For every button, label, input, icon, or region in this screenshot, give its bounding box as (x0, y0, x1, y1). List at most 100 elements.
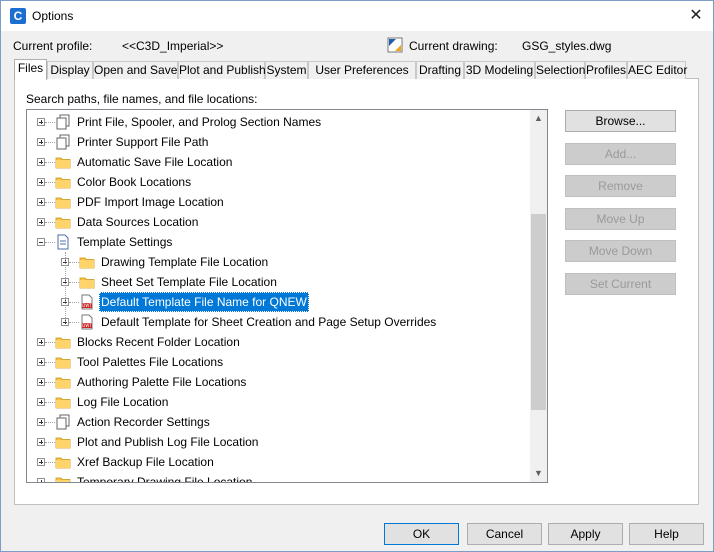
file-locations-tree[interactable]: Print File, Spooler, and Prolog Section … (26, 109, 548, 483)
scroll-thumb[interactable] (531, 214, 546, 410)
tree-node-printer-support-file-path[interactable]: Printer Support File Path (27, 132, 532, 152)
expand-icon[interactable] (37, 478, 45, 482)
civil3d-app-icon: C (10, 8, 26, 24)
expand-icon[interactable] (37, 398, 45, 406)
expand-icon[interactable] (37, 158, 45, 166)
cancel-button[interactable]: Cancel (467, 523, 542, 545)
expand-icon[interactable] (37, 378, 45, 386)
tree-node-plot-and-publish-log-file-location[interactable]: Plot and Publish Log File Location (27, 432, 532, 452)
tree-vertical-scrollbar[interactable]: ▲ ▼ (530, 110, 547, 482)
tree-node-color-book-locations[interactable]: Color Book Locations (27, 172, 532, 192)
tree-node-sheet-set-template-file-location[interactable]: Sheet Set Template File Location (27, 272, 532, 292)
expand-icon[interactable] (37, 198, 45, 206)
title-bar[interactable]: C Options ✕ (1, 1, 713, 31)
tree-connector (45, 482, 55, 483)
tree-node-default-template-for-sheet-creation-and-page-setup-overrides[interactable]: DWT Default Template for Sheet Creation a… (27, 312, 532, 332)
tree-node-label: Template Settings (77, 235, 173, 249)
tree-node-template-settings[interactable]: Template Settings (27, 232, 532, 252)
tree-connector (45, 422, 55, 424)
tree-node-tool-palettes-file-locations[interactable]: Tool Palettes File Locations (27, 352, 532, 372)
close-icon[interactable]: ✕ (685, 5, 707, 27)
tree-connector (45, 382, 55, 384)
apply-button[interactable]: Apply (548, 523, 623, 545)
expand-icon[interactable] (37, 438, 45, 446)
tree-connector (45, 182, 55, 184)
scroll-up-icon[interactable]: ▲ (530, 110, 547, 127)
tree-node-data-sources-location[interactable]: Data Sources Location (27, 212, 532, 232)
remove-button[interactable]: Remove (565, 175, 676, 198)
ok-button[interactable]: OK (384, 523, 459, 545)
tree-connector (45, 402, 55, 404)
expand-icon[interactable] (37, 458, 45, 466)
current-profile-label: Current profile: (13, 39, 93, 53)
tab-drafting[interactable]: Drafting (416, 61, 464, 79)
move-down-button[interactable]: Move Down (565, 240, 676, 263)
tree-node-label: PDF Import Image Location (77, 195, 224, 209)
tab-aec-editor[interactable]: AEC Editor (627, 61, 687, 79)
current-drawing-label: Current drawing: (409, 39, 498, 53)
tree-node-automatic-save-file-location[interactable]: Automatic Save File Location (27, 152, 532, 172)
collapse-icon[interactable] (37, 238, 45, 246)
tree-node-drawing-template-file-location[interactable]: Drawing Template File Location (27, 252, 532, 272)
tab-files[interactable]: Files (14, 59, 47, 80)
expand-icon[interactable] (37, 358, 45, 366)
tab-system[interactable]: System (265, 61, 308, 79)
tab-user-preferences[interactable]: User Preferences (308, 61, 416, 79)
tree-connector (45, 122, 55, 124)
tree-node-label: Tool Palettes File Locations (77, 355, 224, 369)
tree-connector (69, 282, 79, 284)
tree-node-default-template-file-name-for-qnew[interactable]: DWT Default Template File Name for QNEW (27, 292, 532, 312)
tab-plot-and-publish[interactable]: Plot and Publish (178, 61, 266, 79)
tree-connector (45, 442, 55, 444)
tree-node-pdf-import-image-location[interactable]: PDF Import Image Location (27, 192, 532, 212)
tree-node-temporary-drawing-file-location[interactable]: Temporary Drawing File Location (27, 472, 532, 483)
files-icon (55, 134, 71, 150)
set-current-button[interactable]: Set Current (565, 273, 676, 295)
document-icon (55, 234, 71, 250)
tab-profiles[interactable]: Profiles (585, 61, 627, 79)
tree-node-label: Printer Support File Path (77, 135, 209, 149)
tree-node-label: Color Book Locations (77, 175, 192, 189)
tree-connector (69, 262, 79, 264)
expand-icon[interactable] (37, 338, 45, 346)
tree-connector (45, 162, 55, 164)
expand-icon[interactable] (37, 138, 45, 146)
browse-button[interactable]: Browse... (565, 110, 676, 132)
scroll-down-icon[interactable]: ▼ (530, 465, 547, 482)
tree-connector (45, 222, 55, 224)
tab-selection[interactable]: Selection (535, 61, 585, 79)
tree-node-blocks-recent-folder-location[interactable]: Blocks Recent Folder Location (27, 332, 532, 352)
add-button[interactable]: Add... (565, 142, 676, 165)
move-up-button[interactable]: Move Up (565, 207, 676, 230)
folder-icon (55, 174, 71, 190)
expand-icon[interactable] (37, 178, 45, 186)
tree-node-authoring-palette-file-locations[interactable]: Authoring Palette File Locations (27, 372, 532, 392)
tree-node-label: Data Sources Location (77, 215, 199, 229)
tree-node-action-recorder-settings[interactable]: Action Recorder Settings (27, 412, 532, 432)
current-profile-value: <<C3D_Imperial>> (122, 39, 224, 53)
expand-icon[interactable] (37, 118, 45, 126)
folder-icon (55, 434, 71, 450)
tab-3d-modeling[interactable]: 3D Modeling (464, 61, 535, 79)
folder-icon (55, 354, 71, 370)
tree-caption: Search paths, file names, and file locat… (26, 92, 258, 106)
window-title: Options (32, 9, 74, 23)
expand-icon[interactable] (37, 418, 45, 426)
tab-open-and-save[interactable]: Open and Save (93, 61, 178, 79)
tree-node-log-file-location[interactable]: Log File Location (27, 392, 532, 412)
tree-connector (65, 252, 67, 322)
tree-node-label: Plot and Publish Log File Location (77, 435, 259, 449)
svg-text:DWT: DWT (82, 303, 92, 308)
dwt-file-icon: DWT (79, 294, 95, 310)
help-button[interactable]: Help (629, 523, 704, 545)
tree-node-print-file-spooler-and-prolog-section-names[interactable]: Print File, Spooler, and Prolog Section … (27, 112, 532, 132)
tree-node-label: Blocks Recent Folder Location (77, 335, 240, 349)
current-drawing-value: GSG_styles.dwg (522, 39, 612, 53)
svg-text:DWT: DWT (82, 323, 92, 328)
expand-icon[interactable] (37, 218, 45, 226)
tab-display[interactable]: Display (47, 61, 93, 79)
tree-connector (69, 302, 79, 304)
tree-node-label: Sheet Set Template File Location (101, 275, 277, 289)
tree-node-xref-backup-file-location[interactable]: Xref Backup File Location (27, 452, 532, 472)
options-dialog: C Options ✕ Current profile: <<C3D_Imper… (0, 0, 714, 552)
